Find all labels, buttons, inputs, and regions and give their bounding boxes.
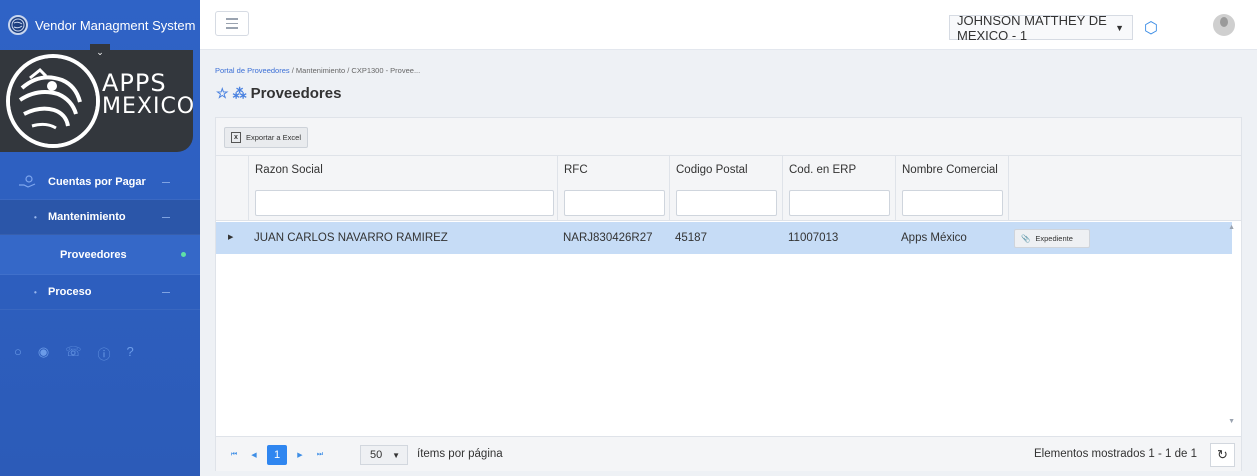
- sidebar-item-label: Proceso: [48, 286, 92, 298]
- page-button-current[interactable]: 1: [267, 445, 287, 465]
- column-codigo-postal[interactable]: Codigo Postal: [669, 156, 782, 221]
- excel-icon: x: [231, 132, 241, 143]
- grid-toolbar: x Exportar a Excel: [216, 118, 1241, 156]
- bullet-icon: •: [34, 212, 37, 222]
- expand-row-icon[interactable]: ▶: [228, 222, 233, 254]
- cell-codigo-postal: 45187: [675, 232, 707, 244]
- sidebar-header: Vendor Managment System: [0, 0, 200, 50]
- sidebar-item-label: Mantenimiento: [48, 211, 126, 223]
- breadcrumb-separator: /: [291, 66, 294, 75]
- sidebar-item-label: Proveedores: [60, 248, 127, 261]
- sidebar-item-label: Cuentas por Pagar: [48, 176, 146, 188]
- scroll-down-icon[interactable]: ▼: [1228, 418, 1235, 425]
- column-razon-social[interactable]: Razon Social: [248, 156, 562, 221]
- breadcrumb-level1: Mantenimiento: [295, 66, 346, 75]
- sidebar-footer-icons: ○ ◉ ☏ ⓘ ?: [14, 344, 134, 363]
- last-page-icon[interactable]: ⏭: [311, 446, 329, 464]
- bullet-icon: •: [34, 287, 37, 297]
- grid-header: Razon Social RFC Codigo Postal Cod. en E…: [216, 156, 1241, 221]
- first-page-icon[interactable]: ⏮: [225, 446, 243, 464]
- breadcrumb-level2: CXP1300 - Provee...: [351, 66, 421, 75]
- filter-cod-erp[interactable]: [789, 190, 890, 216]
- sidebar-menu: Cuentas por Pagar — • Mantenimiento — Pr…: [0, 165, 200, 310]
- column-header-label: Nombre Comercial: [902, 164, 998, 176]
- sidebar-item-proveedores[interactable]: Proveedores: [0, 235, 200, 275]
- cell-razon-social: JUAN CARLOS NAVARRO RAMIREZ: [254, 232, 448, 244]
- chevron-down-icon[interactable]: ⌄: [90, 44, 110, 60]
- cube-icon[interactable]: ⬡: [1144, 18, 1158, 38]
- export-excel-label: Exportar a Excel: [246, 133, 302, 142]
- column-actions: [1008, 156, 1233, 221]
- next-page-icon[interactable]: ▶: [291, 446, 309, 464]
- chevron-icon: —: [162, 212, 170, 222]
- caret-down-icon: ▼: [1115, 22, 1124, 33]
- expediente-label: Expediente: [1035, 234, 1073, 243]
- company-logo: ⌄ APPS MEXICO: [0, 44, 196, 152]
- refresh-icon[interactable]: ↻: [1210, 443, 1235, 467]
- cell-nombre-comercial: Apps México: [901, 232, 967, 244]
- grid-panel: x Exportar a Excel Razon Social RFC Codi…: [215, 117, 1242, 471]
- sidebar: Vendor Managment System ⌄ APPS MEXICO Cu…: [0, 0, 200, 476]
- cell-rfc: NARJ830426R27: [563, 232, 653, 244]
- column-nombre-comercial[interactable]: Nombre Comercial: [895, 156, 1008, 221]
- app-logo-icon: [8, 15, 28, 35]
- active-dot-icon: [181, 252, 186, 257]
- page-size-value: 50: [370, 449, 383, 461]
- cell-cod-erp: 11007013: [788, 232, 839, 244]
- breadcrumb-separator: /: [347, 66, 350, 75]
- items-shown-label: Elementos mostrados 1 - 1 de 1: [1034, 448, 1197, 460]
- table-row[interactable]: ▶ JUAN CARLOS NAVARRO RAMIREZ NARJ830426…: [216, 222, 1232, 254]
- info-icon[interactable]: ⓘ: [97, 344, 110, 363]
- sidebar-item-cuentas-por-pagar[interactable]: Cuentas por Pagar —: [0, 165, 200, 200]
- per-page-label: ítems por página: [417, 448, 503, 460]
- paperclip-icon: 📎: [1021, 234, 1031, 243]
- filter-codigo-postal[interactable]: [676, 190, 777, 216]
- chat-icon[interactable]: ○: [14, 344, 22, 363]
- people-icon: ⁂: [232, 85, 247, 101]
- prev-page-icon[interactable]: ◀: [245, 446, 263, 464]
- logo-text: APPS MEXICO: [102, 69, 196, 119]
- breadcrumb: Portal de Proveedores / Mantenimiento / …: [215, 66, 420, 75]
- page-size-select[interactable]: 50 ▼: [360, 445, 408, 465]
- sidebar-item-proceso[interactable]: • Proceso —: [0, 275, 200, 310]
- pager: ⏮ ◀ 1 ▶ ⏭ 50 ▼ ítems por página Elemento…: [216, 436, 1241, 471]
- column-header-label: Cod. en ERP: [789, 164, 857, 176]
- breadcrumb-root-link[interactable]: Portal de Proveedores: [215, 66, 290, 75]
- app-title: Vendor Managment System: [35, 17, 196, 33]
- column-cod-erp[interactable]: Cod. en ERP: [782, 156, 895, 221]
- column-rfc[interactable]: RFC: [557, 156, 669, 221]
- column-header-label: Codigo Postal: [676, 164, 748, 176]
- caret-down-icon: ▼: [392, 450, 400, 460]
- menu-toggle-button[interactable]: [215, 11, 249, 36]
- hand-coin-icon: [19, 175, 36, 188]
- phone-icon[interactable]: ☏: [65, 344, 81, 363]
- company-select[interactable]: JOHNSON MATTHEY DE MEXICO - 1 ▼: [949, 12, 1133, 43]
- page-title: ☆ ⁂ Proveedores: [216, 85, 341, 102]
- column-header-label: RFC: [564, 164, 588, 176]
- expediente-button[interactable]: 📎 Expediente: [1014, 229, 1090, 248]
- sidebar-item-mantenimiento[interactable]: • Mantenimiento —: [0, 200, 200, 235]
- logo-emblem: [6, 54, 100, 148]
- chevron-icon: —: [162, 287, 170, 297]
- star-icon[interactable]: ☆: [216, 85, 229, 102]
- avatar[interactable]: [1213, 14, 1235, 36]
- export-excel-button[interactable]: x Exportar a Excel: [224, 127, 309, 148]
- globe-icon[interactable]: ◉: [38, 344, 49, 363]
- scroll-up-icon[interactable]: ▲: [1228, 224, 1235, 231]
- filter-nombre-comercial[interactable]: [902, 190, 1003, 216]
- top-bar: JOHNSON MATTHEY DE MEXICO - 1 ▼ ⬡: [200, 0, 1257, 50]
- help-icon[interactable]: ?: [126, 344, 133, 363]
- column-header-label: Razon Social: [255, 164, 323, 176]
- filter-rfc[interactable]: [564, 190, 665, 216]
- chevron-left-icon: —: [162, 177, 170, 187]
- page-title-text: Proveedores: [250, 85, 342, 102]
- filter-razon-social[interactable]: [255, 190, 554, 216]
- company-select-value: JOHNSON MATTHEY DE MEXICO - 1: [957, 12, 1107, 43]
